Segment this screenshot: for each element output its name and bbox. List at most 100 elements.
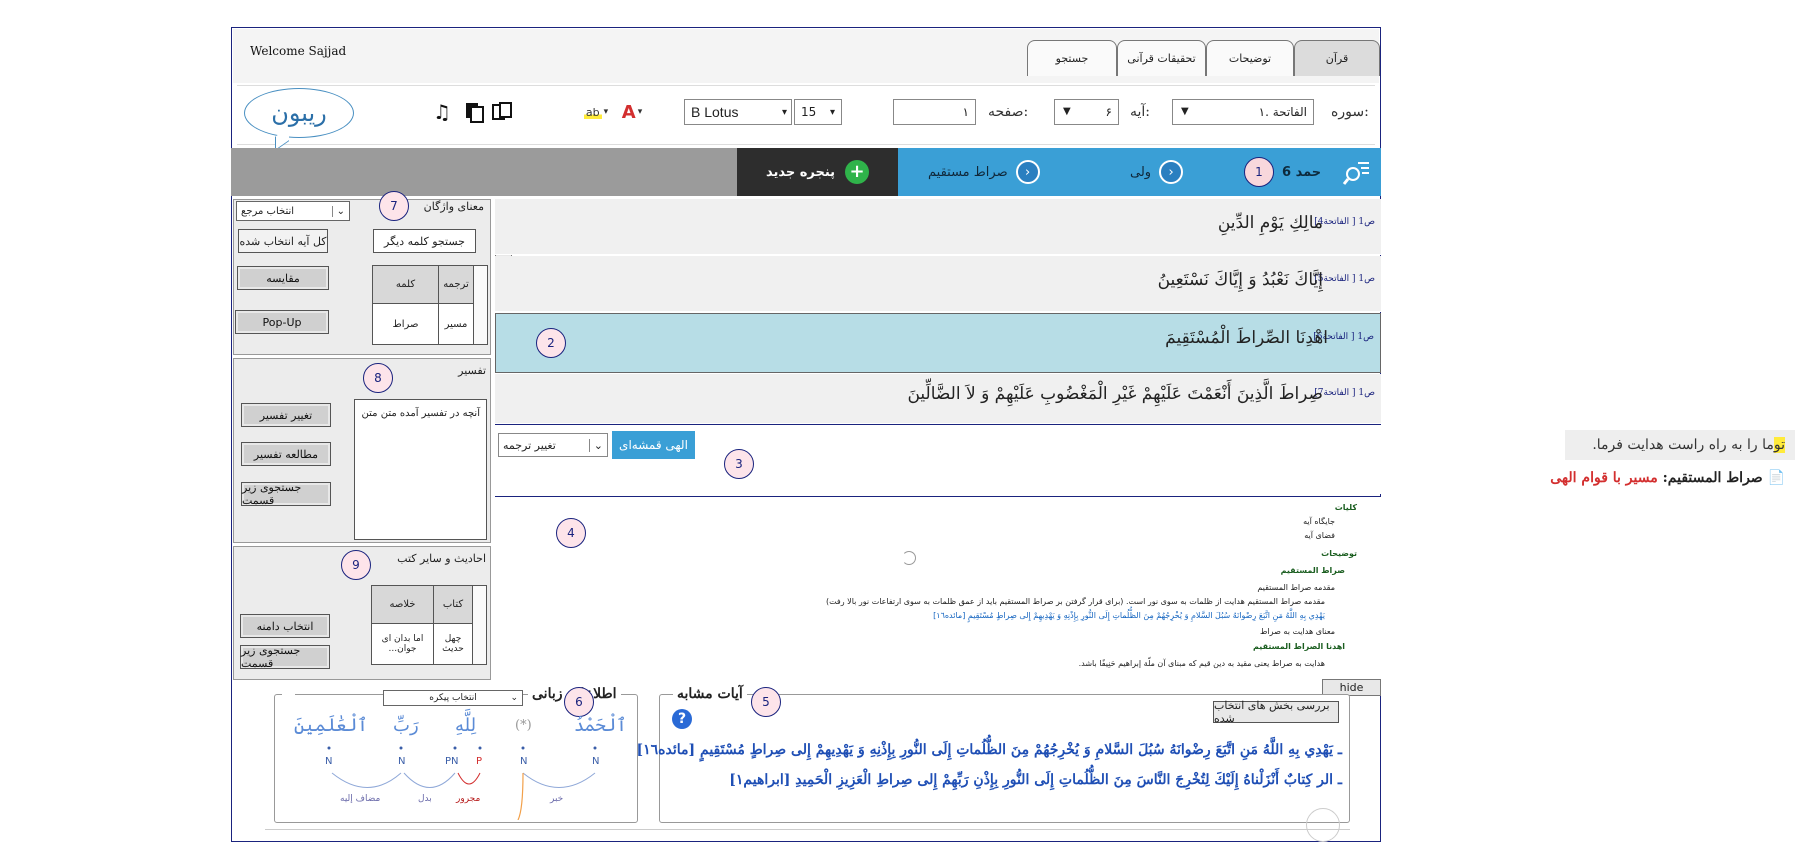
hadith-search-subsection-button[interactable]: جستجوی زیر قسمت	[240, 644, 330, 670]
chevron-down-icon: ⌄	[588, 438, 603, 452]
popup-button[interactable]: Pop-Up	[235, 310, 329, 334]
marker-7: 7	[379, 191, 409, 221]
welcome-text: Welcome Sajjad	[250, 44, 347, 58]
compare-button[interactable]: مقایسه	[237, 266, 329, 290]
grammar-tag: N	[398, 756, 406, 767]
page-input[interactable]: ۱	[893, 99, 976, 125]
grammar-word[interactable]: رَبِّ	[393, 715, 419, 736]
verse-row[interactable]: [الفاتحة7 ] ص1 صِراطَ الَّذِينَ أَنْعَمْ…	[495, 374, 1381, 424]
hadith-title: احادیث و سایر کتب	[397, 552, 486, 565]
grammar-tag: N	[592, 756, 600, 767]
new-window-button[interactable]: پنجره جدید +	[737, 148, 898, 196]
tree-item[interactable]: اهدنا الصراط المستقیم	[1253, 642, 1345, 651]
search-other-word-button[interactable]: جستجو کلمه دیگر	[373, 229, 476, 253]
highlight-icon[interactable]: ab ▾	[583, 99, 608, 125]
similar-ayat-title: آیات مشابه	[673, 686, 747, 702]
scrollbar[interactable]	[473, 266, 487, 344]
select-scope-button[interactable]: انتخاب دامنه	[240, 614, 330, 638]
study-tafsir-button[interactable]: مطالعه تفسیر	[241, 442, 331, 466]
tree-item[interactable]: توضیحات	[1321, 549, 1357, 558]
font-family-select[interactable]: B Lotus ▾	[684, 99, 792, 125]
tree-item[interactable]: مقدمه صراط المستقیم	[1257, 583, 1335, 592]
tree-item[interactable]: يَهْدِي بِهِ اللَّهُ مَنِ اتَّبَعَ رِضْو…	[933, 611, 1325, 620]
ribbon-empty-area	[231, 148, 737, 196]
search-subsection-button[interactable]: جستجوی زیر قسمت	[241, 481, 331, 507]
scrollbar[interactable]	[472, 586, 486, 664]
whole-aye-button[interactable]: کل آیه انتخاب شده	[238, 229, 328, 253]
grammar-word[interactable]: ٱلْعَٰلَمِينَ	[294, 715, 368, 736]
change-translation-select[interactable]: تغییر ترجمه ⌄	[498, 433, 608, 457]
tafsir-title: تفسیر	[458, 364, 486, 377]
ribbon-item-vali[interactable]: ولی ›	[1130, 148, 1184, 196]
verse-row[interactable]: [الفاتحة5 ] ص1 إِيَّاكَ نَعْبُدُ وَ إِيَ…	[495, 256, 1381, 312]
aye-label: آیه:	[1130, 104, 1151, 120]
similar-aye-line[interactable]: ـ يَهْدِي بِهِ اللَّهُ مَنِ اتَّبَعَ رِض…	[636, 742, 1342, 758]
grammar-word[interactable]: لِلَّهِ	[455, 715, 476, 736]
tab-search[interactable]: جستجو	[1027, 40, 1117, 76]
marker-5: 5	[751, 687, 781, 717]
grammar-diagram	[327, 746, 597, 820]
marker-4: 4	[556, 518, 586, 548]
tree-item[interactable]: فضای آیه	[1304, 531, 1335, 540]
chevron-down-icon: ▼	[1181, 106, 1189, 117]
search-menu-icon[interactable]	[1342, 148, 1372, 196]
copy-icon[interactable]	[462, 99, 486, 125]
plus-icon: +	[845, 160, 870, 184]
book-icon: 📄	[1767, 470, 1785, 486]
marker-9: 9	[341, 550, 371, 580]
verse-row-selected[interactable]: [الفاتحة6 ] ص1 اهْدِنَا الصِّراطَ الْمُس…	[495, 313, 1381, 373]
faded-circle-icon	[1306, 808, 1340, 842]
aye-select[interactable]: ▼ ۶	[1054, 99, 1119, 125]
tree-item[interactable]: جایگاه آیه	[1303, 517, 1335, 526]
tree-item[interactable]: کلیات	[1335, 503, 1357, 512]
hadith-table: خلاصه کتاب اما بدان ای جوان... چهل حدیث	[371, 585, 487, 665]
grammar-word[interactable]: (*)	[515, 718, 532, 733]
chevron-right-icon: ›	[1015, 160, 1040, 184]
font-color-icon[interactable]: A ▾	[620, 99, 644, 125]
tafsir-content: آنچه در تفسیر آمده متن متن	[354, 399, 487, 540]
tree-item[interactable]: هدایت به صراط یعنی مقید به دین قیم که مب…	[1079, 659, 1325, 668]
chevron-down-icon: ▾	[829, 107, 835, 118]
chevron-down-icon: ▼	[1063, 106, 1071, 117]
reference-select[interactable]: انتخاب مرجع ⌄	[236, 201, 350, 221]
ribbon-item-sirat[interactable]: صراط مستقیم ›	[928, 148, 1040, 196]
grammar-role: خبر	[550, 794, 564, 804]
ribbon-nav: صراط مستقیم › ولی › 1 حمد 6	[898, 148, 1381, 196]
font-size-select[interactable]: 15 ▾	[794, 99, 842, 125]
loading-icon	[902, 551, 916, 565]
grammar-tag: N	[325, 756, 333, 767]
music-icon[interactable]: ♫	[430, 99, 454, 125]
marker-3: 3	[724, 449, 754, 479]
tree-item[interactable]: معنای هدایت به صراط	[1260, 627, 1335, 636]
tab-quranic-research[interactable]: تحقیقات قرآنی	[1117, 40, 1206, 76]
review-selected-button[interactable]: بررسی بخش های انتخاب شده	[1213, 699, 1339, 725]
sura-select[interactable]: ▼ ۱. الفاتحة	[1172, 99, 1314, 125]
tree-item[interactable]: مقدمه صراط المستقیم هدایت از ظلمات به سو…	[826, 597, 1325, 606]
similar-aye-line[interactable]: ـ الر كِتابٌ أَنْزَلْناهُ إِلَيْكَ لِتُخ…	[729, 772, 1342, 788]
translator-badge[interactable]: الهی قمشه‌ای	[612, 431, 695, 459]
tab-quran[interactable]: قرآن	[1294, 40, 1380, 76]
grammar-tag: PN	[445, 756, 459, 767]
ribbon-item-hamd[interactable]: 1 حمد 6	[1244, 148, 1321, 196]
help-icon[interactable]: ?	[672, 709, 692, 729]
grammar-tag: N	[520, 756, 528, 767]
corpus-select[interactable]: انتخاب پیکره ⌄	[383, 690, 523, 706]
grammar-title-pre	[282, 686, 295, 702]
translation-text: تو ما را به راه راست هدایت فرما.	[1565, 430, 1795, 460]
sura-label: سوره:	[1331, 104, 1369, 120]
word-table: کلمه ترجمه صراط مسیر	[372, 265, 488, 345]
chevron-down-icon: ▾	[781, 107, 787, 118]
marker-6: 6	[564, 687, 594, 717]
verse-row[interactable]: [الفاتحة4 ] ص1 مالِكِ يَوْمِ الدِّينِ	[495, 199, 1381, 255]
grammar-word[interactable]: ٱلْحَمْدُ	[574, 715, 627, 736]
grammar-tag: P	[476, 756, 483, 767]
change-tafsir-button[interactable]: تغییر تفسیر	[241, 403, 331, 427]
tree-item[interactable]: صراط المستقیم	[1281, 566, 1345, 575]
ribbon-logo: ریبون	[244, 88, 354, 138]
marker-2: 2	[536, 328, 566, 358]
paste-icon[interactable]	[490, 99, 514, 125]
tab-descriptions[interactable]: توضیحات	[1206, 40, 1294, 76]
page-label: صفحه:	[988, 104, 1029, 120]
grammar-role: بدل	[418, 794, 432, 804]
chevron-right-icon: ›	[1159, 160, 1184, 184]
